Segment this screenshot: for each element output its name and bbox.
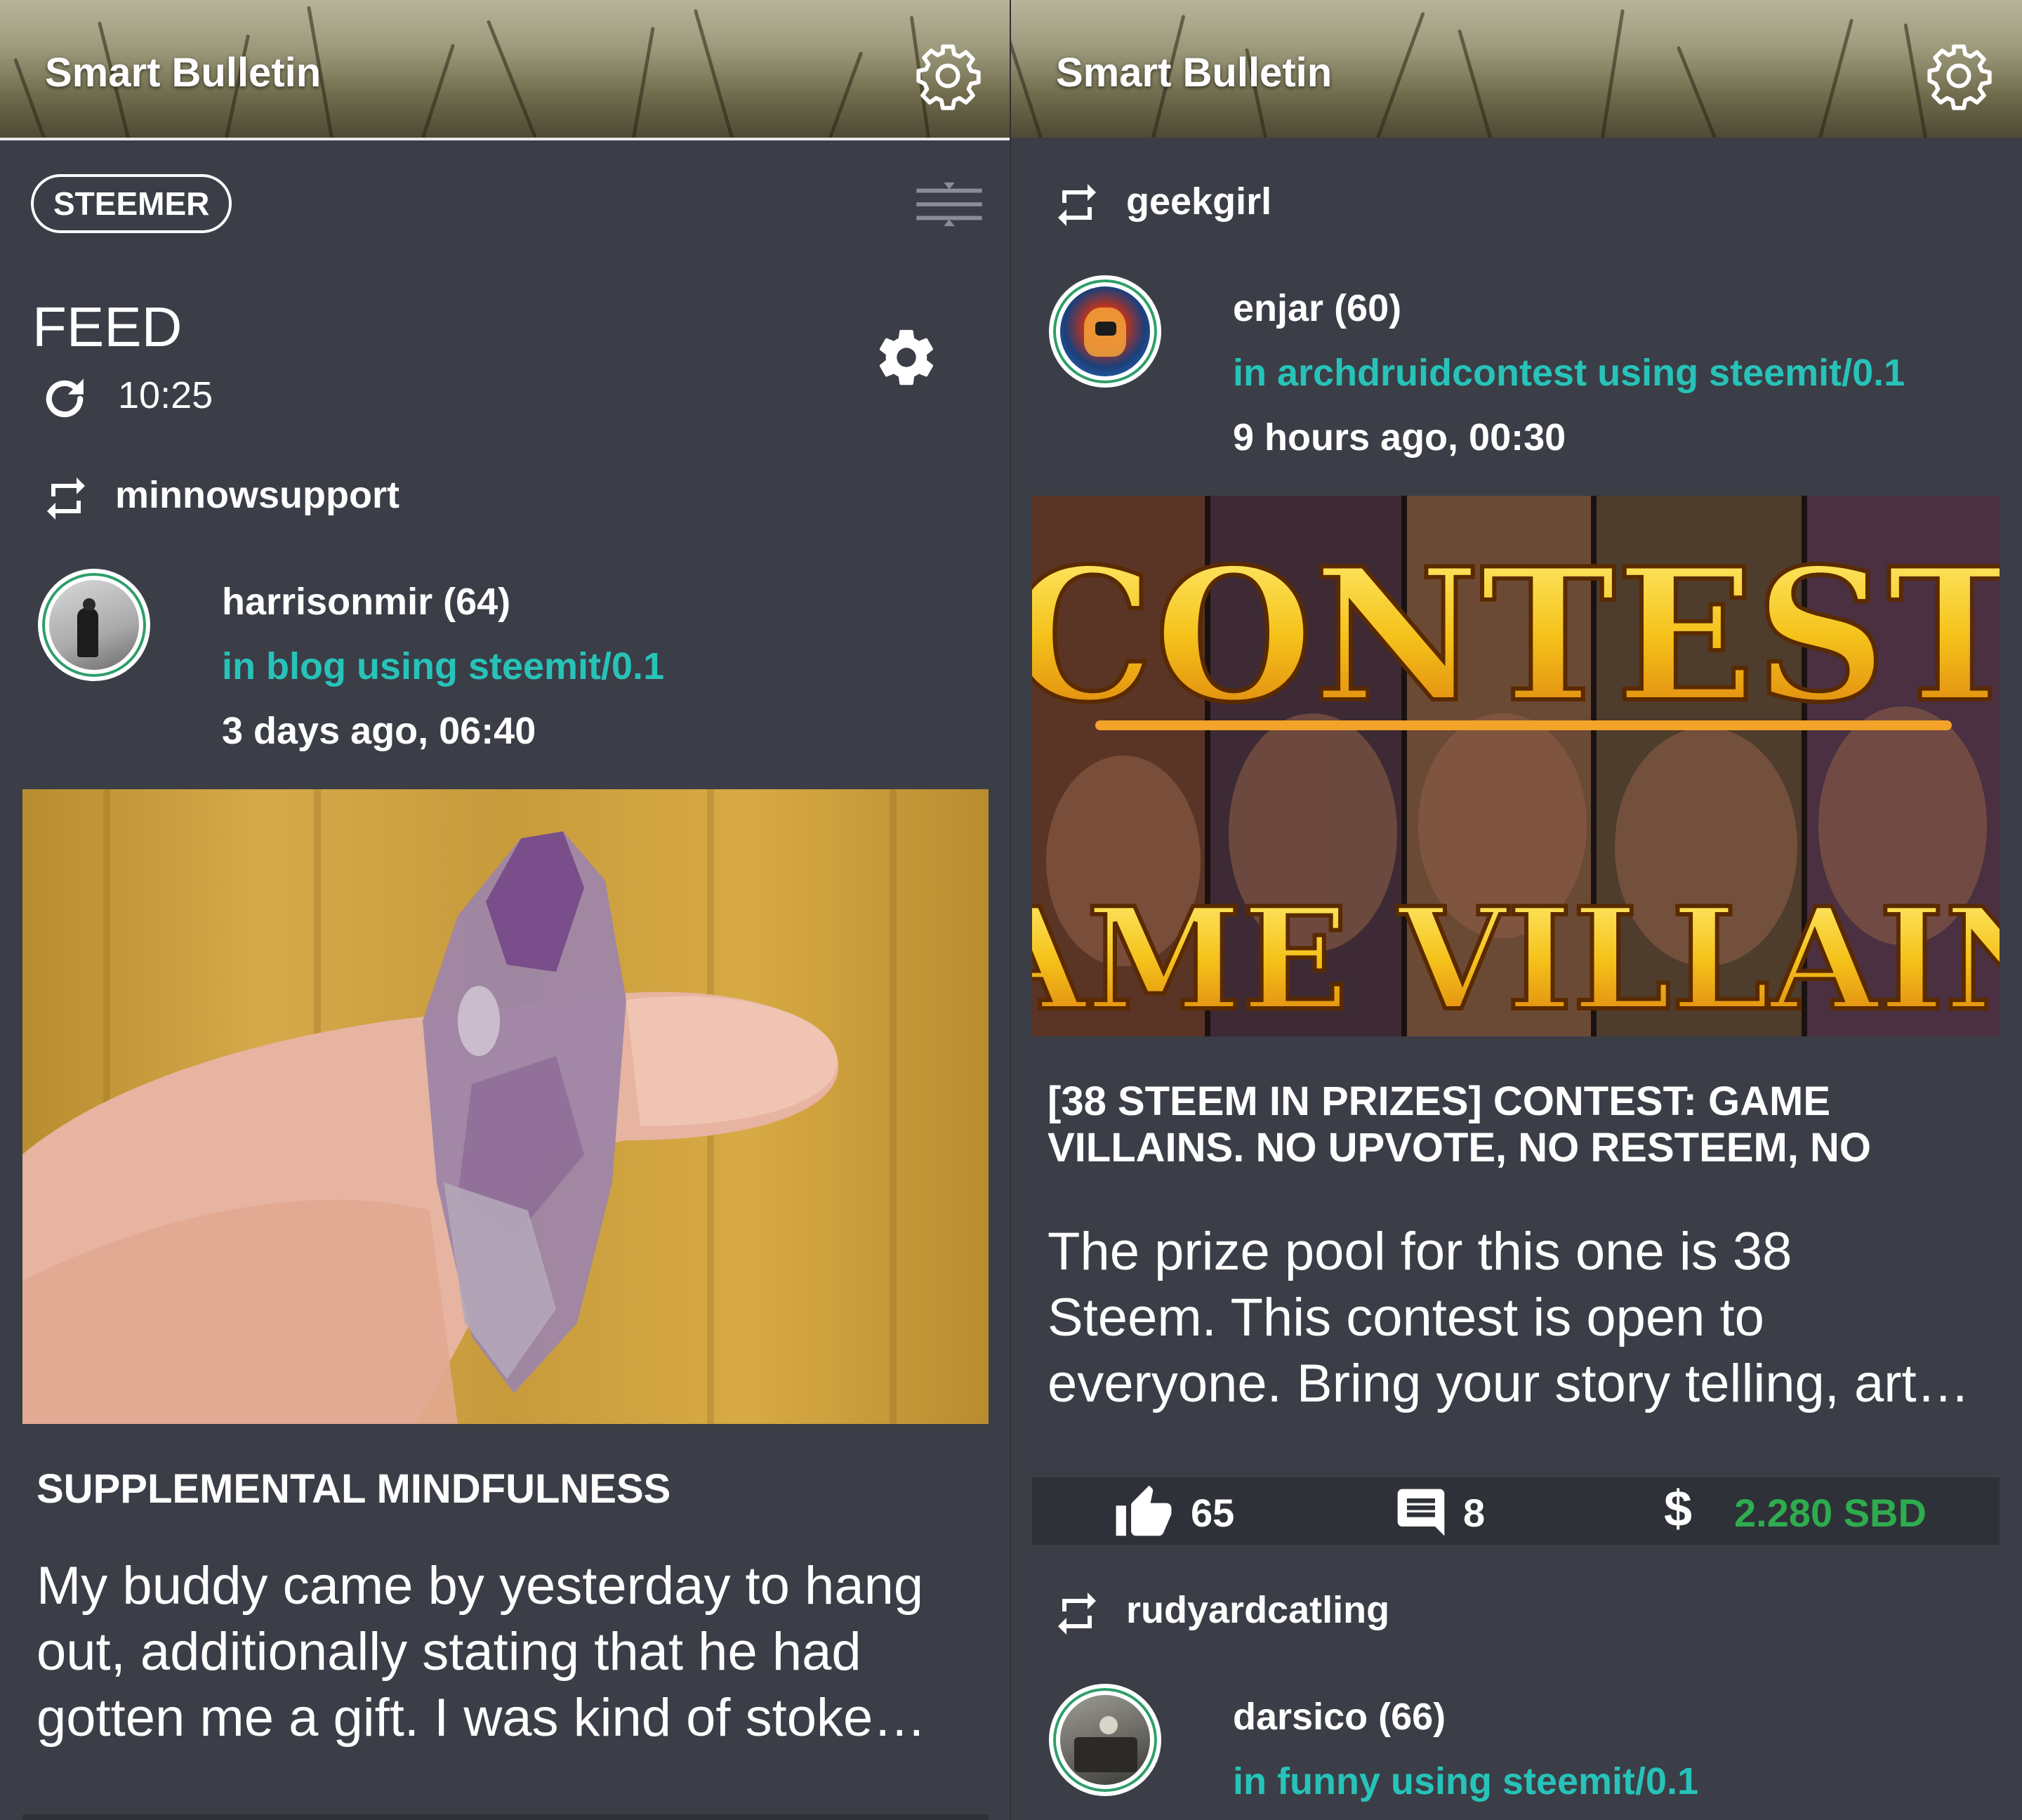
post-title[interactable]: [38 STEEM IN PRIZES] CONTEST: GAME VILLA… [1048, 1079, 1871, 1171]
reblogger-name[interactable]: geekgirl [1126, 180, 1271, 223]
post-category[interactable]: in blog using steemit/0.1 [222, 645, 664, 688]
amethyst-crystal-photo [22, 789, 897, 1424]
banner-title-game-villains: GAME VILLAINS [1032, 877, 2000, 1036]
post-category[interactable]: in archdruidcontest using steemit/0.1 [1233, 351, 1905, 395]
reblogger-name[interactable]: rudyardcatling [1126, 1588, 1389, 1632]
next-stats-bar-edge [22, 1814, 989, 1820]
post-title[interactable]: SUPPLEMENTAL MINDFULNESS [37, 1466, 670, 1512]
author-name[interactable]: darsico (66) [1233, 1695, 1446, 1739]
author-name[interactable]: enjar (60) [1233, 286, 1401, 330]
post-excerpt-line: The prize pool for this one is 38 [1048, 1222, 1792, 1281]
resteem-icon [47, 477, 85, 520]
filter-sliders-icon[interactable] [916, 180, 983, 229]
post-time: 9 hours ago, 00:30 [1233, 416, 1566, 459]
contest-game-villains-banner: CONTEST GAME VILLAINS [1032, 496, 2000, 1036]
top-app-bar: Smart Bulletin [0, 0, 1011, 138]
app-title: Smart Bulletin [1056, 50, 1333, 95]
post-image[interactable] [22, 789, 989, 1424]
post-excerpt-line: out, additionally stating that he had [37, 1622, 861, 1682]
post-title-line: VILLAINS. NO UPVOTE, NO RESTEEM, NO [1048, 1125, 1871, 1171]
post-time: 3 days ago, 06:40 [222, 710, 536, 752]
author-avatar[interactable] [1049, 1684, 1161, 1796]
app-title: Smart Bulletin [45, 50, 322, 95]
feed-title: FEED [32, 296, 183, 358]
steemer-chip[interactable]: STEEMER [31, 174, 232, 233]
settings-gear-outline-icon[interactable] [1924, 41, 1994, 111]
top-app-bar: Smart Bulletin [1011, 0, 2022, 138]
comment-count: 8 [1463, 1491, 1486, 1535]
refresh-icon[interactable] [38, 372, 91, 426]
right-screen: Smart Bulletin geekgirl enjar (60) in ar… [1011, 0, 2022, 1820]
left-screen: Smart Bulletin STEEMER FEED 10:25 minnow… [0, 0, 1011, 1820]
vote-count: 65 [1191, 1491, 1235, 1535]
reblogger-name[interactable]: minnowsupport [115, 473, 399, 517]
dollar-icon: $ [1664, 1481, 1693, 1537]
post-excerpt-line: gotten me a gift. I was kind of stoke… [37, 1688, 927, 1748]
post-excerpt-line: Steem. This contest is open to [1048, 1288, 1764, 1347]
settings-gear-icon[interactable] [873, 324, 939, 390]
thumbs-up-icon[interactable] [1112, 1483, 1175, 1543]
post-image[interactable]: CONTEST GAME VILLAINS [1032, 496, 2000, 1036]
top-bar-divider [0, 138, 1011, 140]
post-title-line: [38 STEEM IN PRIZES] CONTEST: GAME [1048, 1079, 1830, 1124]
post-excerpt: My buddy came by yesterday to hang out, … [37, 1553, 926, 1751]
author-avatar[interactable] [38, 569, 150, 681]
banner-title-contest: CONTEST [1032, 529, 2000, 743]
comment-icon[interactable] [1393, 1484, 1449, 1541]
payout-value: 2.280 SBD [1734, 1491, 1927, 1535]
post-excerpt-line: everyone. Bring your story telling, art… [1048, 1354, 1970, 1413]
author-name[interactable]: harrisonmir (64) [222, 580, 510, 624]
resteem-icon [1058, 184, 1096, 226]
settings-gear-outline-icon[interactable] [913, 41, 983, 111]
resteem-icon [1058, 1592, 1096, 1635]
post-excerpt-line: My buddy came by yesterday to hang [37, 1556, 924, 1616]
post-category[interactable]: in funny using steemit/0.1 [1233, 1760, 1698, 1803]
post-excerpt: The prize pool for this one is 38 Steem.… [1048, 1219, 1970, 1417]
refresh-time: 10:25 [118, 374, 213, 416]
post-stats-bar: 65 8 $ 2.280 SBD [1032, 1477, 2000, 1545]
author-avatar[interactable] [1049, 275, 1161, 388]
